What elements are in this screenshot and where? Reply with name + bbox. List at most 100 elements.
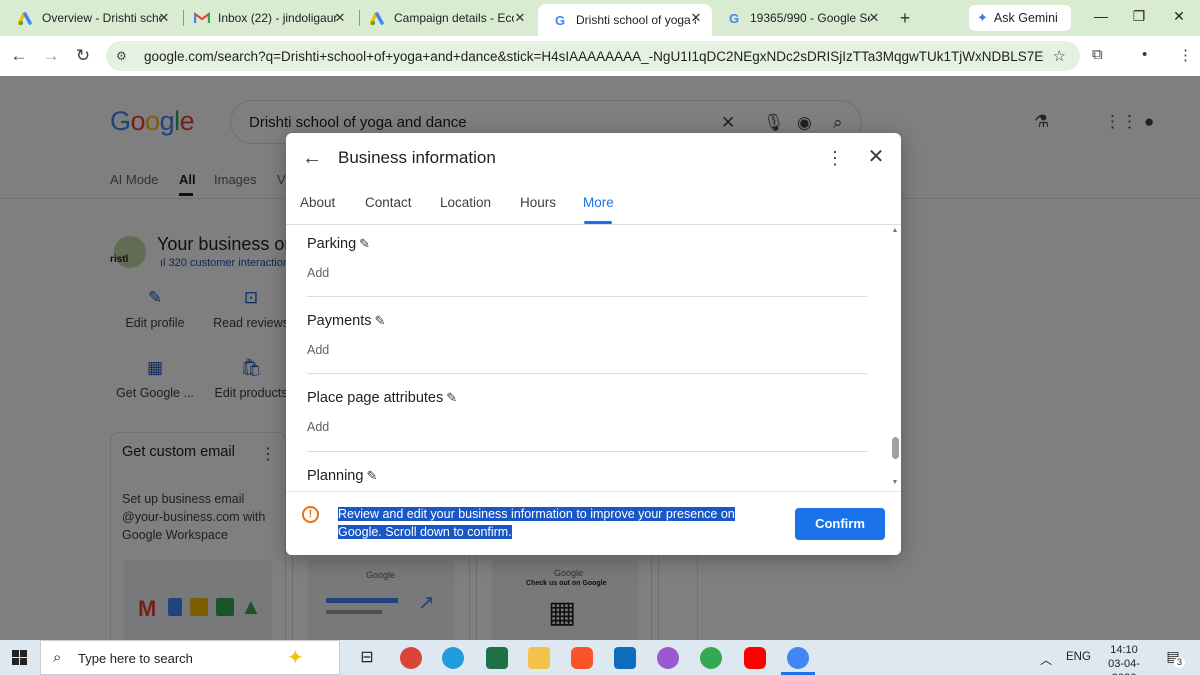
warning-icon: ! <box>302 506 319 523</box>
confirm-button[interactable]: Confirm <box>795 508 885 540</box>
edge-icon[interactable] <box>442 647 464 669</box>
payments-add-link[interactable]: Add <box>307 343 329 357</box>
section-title-text: Place page attributes <box>307 390 444 406</box>
restore-button[interactable]: ❐ <box>1128 8 1150 28</box>
copilot-icon[interactable] <box>657 647 679 669</box>
notice-text: Review and edit your business informatio… <box>338 507 735 539</box>
taskbar-search-placeholder: Type here to search <box>78 651 193 666</box>
ask-gemini-label: Ask Gemini <box>993 11 1058 25</box>
scrollbar-thumb[interactable] <box>892 437 899 459</box>
file-explorer-icon[interactable] <box>528 647 550 669</box>
close-icon[interactable]: ✕ <box>865 146 887 168</box>
outlook-icon[interactable] <box>614 647 636 669</box>
tab-contact[interactable]: Contact <box>365 195 412 210</box>
pencil-icon[interactable]: ✎ <box>366 468 377 483</box>
clock-time: 14:10 <box>1110 644 1138 656</box>
notification-icon[interactable]: ▤ 3 <box>1163 648 1185 668</box>
browser-tab-google-search[interactable]: G 19365/990 - Google Sea ✕ <box>712 4 890 32</box>
scroll-up-arrow-icon[interactable]: ▲ <box>891 227 899 234</box>
scroll-down-arrow-icon[interactable]: ▼ <box>891 479 899 486</box>
youtube-icon[interactable] <box>744 647 766 669</box>
tab-title: Inbox (22) - jindoligaura <box>218 11 338 25</box>
url-text: google.com/search?q=Drishti+school+of+yo… <box>144 48 1044 64</box>
business-information-dialog: ← Business information ⋮ ✕ About Contact… <box>286 133 901 555</box>
browser-tab-campaign[interactable]: Campaign details - Ecos ✕ <box>356 4 536 32</box>
section-place-page-attributes[interactable]: Place page attributes ✎ <box>307 390 457 406</box>
google-ads-icon <box>370 10 386 26</box>
tab-title: 19365/990 - Google Sea <box>750 11 870 25</box>
close-icon[interactable]: ✕ <box>866 10 882 26</box>
chrome-active-icon[interactable] <box>787 647 809 669</box>
tab-more[interactable]: More <box>583 195 614 210</box>
tab-location[interactable]: Location <box>440 195 491 210</box>
cast-icon[interactable]: ⧉ <box>1092 46 1103 63</box>
clock-date: 03-04-2026 <box>1108 658 1140 675</box>
close-icon[interactable]: ✕ <box>332 10 348 26</box>
tab-hours[interactable]: Hours <box>520 195 556 210</box>
section-title-text: Planning <box>307 468 364 484</box>
more-options-icon[interactable]: ⋮ <box>826 147 844 169</box>
system-clock[interactable]: 14:10 03-04-2026 <box>1096 643 1152 675</box>
windows-taskbar: ⌕ Type here to search ✦ ⊟ ︿ ENG 14:10 03… <box>0 640 1200 675</box>
pencil-icon[interactable]: ✎ <box>446 390 457 405</box>
pencil-icon[interactable]: ✎ <box>359 236 370 251</box>
browser-tab-strip: Overview - Drishti schoo ✕ Inbox (22) - … <box>0 0 1200 36</box>
window-close-button[interactable]: ✕ <box>1168 8 1190 28</box>
browser-tab-drishti[interactable]: G Drishti school of yoga ar ✕ <box>538 4 712 36</box>
chrome-icon[interactable] <box>700 647 722 669</box>
tray-chevron-icon[interactable]: ︿ <box>1040 651 1052 668</box>
google-icon: G <box>728 10 740 26</box>
browser-tab-overview[interactable]: Overview - Drishti schoo ✕ <box>4 4 180 32</box>
section-parking[interactable]: Parking ✎ <box>307 236 370 252</box>
site-settings-icon[interactable]: ⚙ <box>116 49 132 63</box>
notification-count: 3 <box>1174 657 1185 668</box>
address-bar[interactable]: ⚙ google.com/search?q=Drishti+school+of+… <box>106 41 1080 71</box>
browser-tab-inbox[interactable]: Inbox (22) - jindoligaura ✕ <box>180 4 356 32</box>
bookmark-star-icon[interactable]: ☆ <box>1053 47 1066 65</box>
search-icon: ⌕ <box>53 649 62 666</box>
section-title-text: Parking <box>307 236 357 252</box>
parking-add-link[interactable]: Add <box>307 266 329 280</box>
pencil-icon[interactable]: ✎ <box>374 313 385 328</box>
tab-title: Campaign details - Ecos <box>394 11 514 25</box>
close-icon[interactable]: ✕ <box>688 10 704 26</box>
confirm-notice: Review and edit your business informatio… <box>338 506 758 541</box>
forward-button[interactable]: → <box>41 46 61 66</box>
chrome-profile-icon[interactable] <box>400 647 422 669</box>
section-planning[interactable]: Planning ✎ <box>307 468 377 484</box>
place-page-attributes-add-link[interactable]: Add <box>307 420 329 434</box>
tabs-divider <box>286 224 901 225</box>
google-ads-icon <box>18 10 34 26</box>
reload-button[interactable]: ↻ <box>73 46 93 66</box>
section-payments[interactable]: Payments ✎ <box>307 313 385 329</box>
browser-toolbar: ← → ↻ ⚙ google.com/search?q=Drishti+scho… <box>0 36 1200 76</box>
extension-icon[interactable]: • <box>1142 46 1147 63</box>
back-arrow-icon[interactable]: ← <box>302 147 324 169</box>
section-title-text: Payments <box>307 313 372 329</box>
close-icon[interactable]: ✕ <box>512 10 528 26</box>
task-view-icon[interactable]: ⊟ <box>356 647 378 669</box>
tab-title: Overview - Drishti schoo <box>42 11 162 25</box>
brave-icon[interactable] <box>571 647 593 669</box>
section-divider <box>307 451 867 452</box>
tab-title: Drishti school of yoga ar <box>576 13 696 27</box>
taskbar-search[interactable]: ⌕ Type here to search ✦ <box>40 640 340 675</box>
windows-start-icon[interactable] <box>12 650 27 665</box>
google-icon: G <box>554 12 566 28</box>
ask-gemini-button[interactable]: ✦ Ask Gemini <box>969 5 1071 31</box>
section-divider <box>307 296 867 297</box>
gmail-icon <box>194 10 210 26</box>
tab-about[interactable]: About <box>300 195 335 210</box>
sparkle-icon: ✦ <box>287 647 304 669</box>
back-button[interactable]: ← <box>9 46 29 66</box>
dialog-title: Business information <box>338 148 496 167</box>
new-tab-button[interactable]: + <box>895 8 915 28</box>
minimize-button[interactable]: — <box>1090 8 1112 28</box>
dialog-scrollbar[interactable]: ▲ ▼ <box>889 225 901 491</box>
language-indicator[interactable]: ENG <box>1066 651 1091 663</box>
close-icon[interactable]: ✕ <box>156 10 172 26</box>
excel-icon[interactable] <box>486 647 508 669</box>
section-divider <box>307 373 867 374</box>
menu-icon[interactable]: ⋮ <box>1178 46 1193 64</box>
gemini-star-icon: ✦ <box>977 10 988 25</box>
